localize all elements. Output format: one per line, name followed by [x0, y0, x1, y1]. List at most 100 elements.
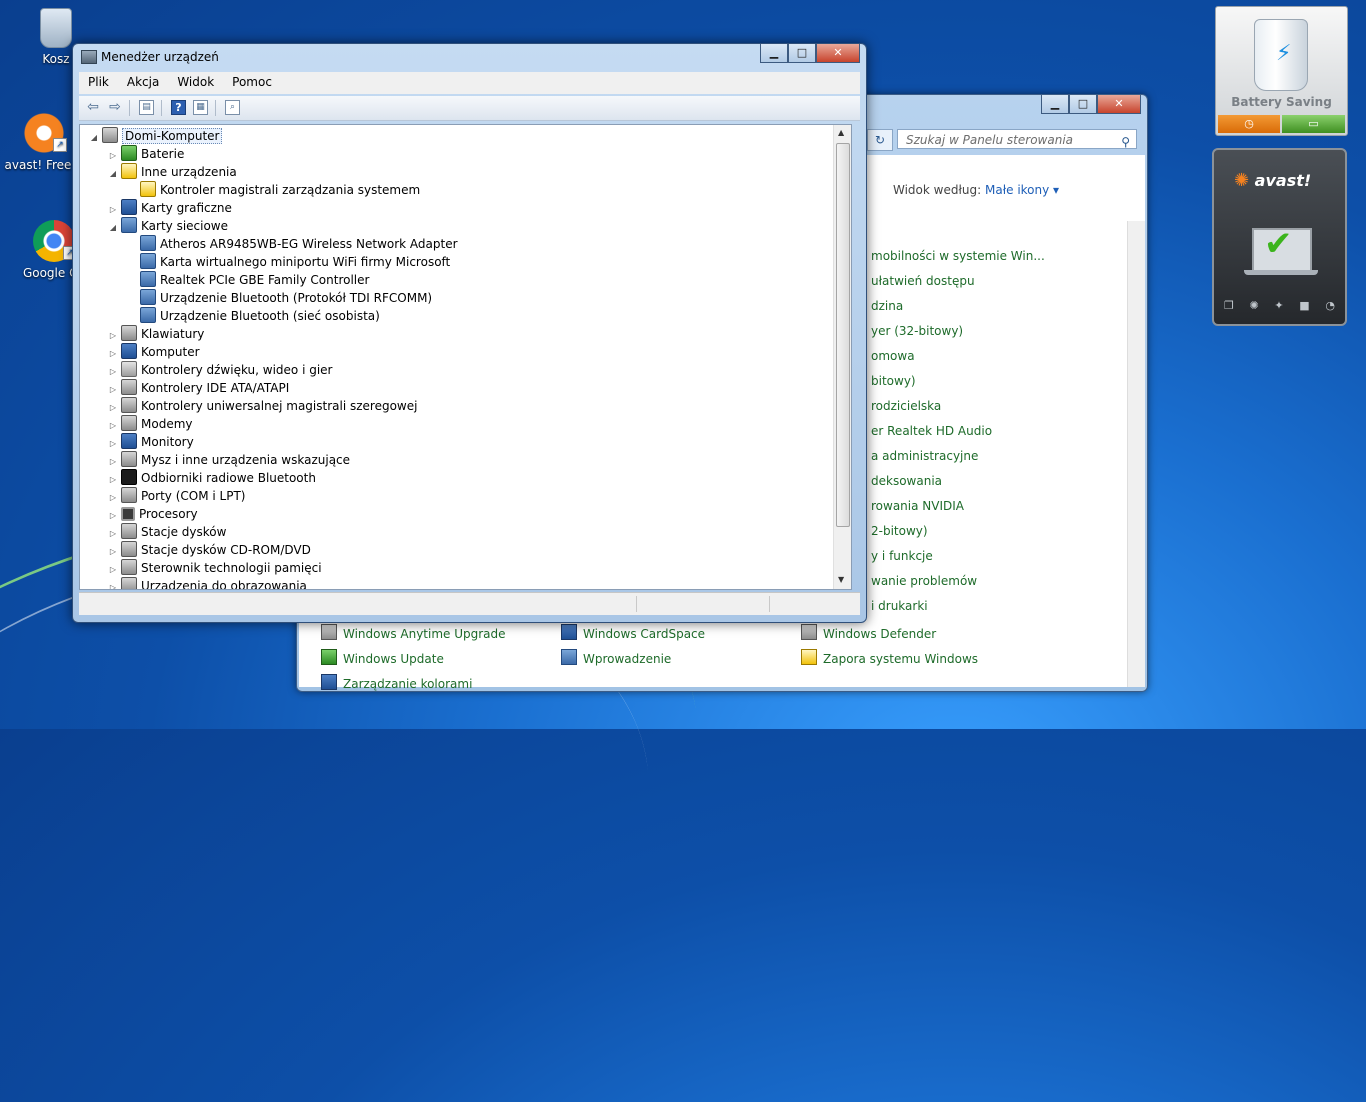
cp-item[interactable]: deksowania: [871, 474, 942, 488]
tree-leaf-bt-pan[interactable]: Urządzenie Bluetooth (sieć osobista): [138, 307, 380, 325]
tree-node-klawiatury[interactable]: ▷ Klawiatury: [107, 325, 204, 343]
tree-label: Realtek PCIe GBE Family Controller: [160, 273, 370, 287]
cp-item-color-management[interactable]: Zarządzanie kolorami: [321, 674, 472, 691]
tree-node-porty[interactable]: ▷ Porty (COM i LPT): [107, 487, 245, 505]
properties-icon[interactable]: ▦: [193, 100, 208, 115]
clock-button[interactable]: ◷: [1218, 115, 1280, 133]
tree-label: Urządzenie Bluetooth (Protokół TDI RFCOM…: [160, 291, 433, 305]
tree-node-monitory[interactable]: ▷ Monitory: [107, 433, 194, 451]
tree-leaf-wifi-miniport[interactable]: Karta wirtualnego miniportu WiFi firmy M…: [138, 253, 450, 271]
cp-item[interactable]: er Realtek HD Audio: [871, 424, 992, 438]
tree-node-usb[interactable]: ▷ Kontrolery uniwersalnej magistrali szer…: [107, 397, 417, 415]
scroll-down-arrow-icon[interactable]: ▼: [838, 575, 844, 584]
cp-item-anytime-upgrade[interactable]: Windows Anytime Upgrade: [321, 624, 506, 641]
scrollbar-thumb[interactable]: [836, 143, 850, 527]
cp-item-windows-update[interactable]: Windows Update: [321, 649, 444, 666]
avast-gadget[interactable]: ✺ avast! ✔ ❐ ✺ ✦ ■ ◔: [1212, 148, 1347, 326]
cp-item[interactable]: y i funkcje: [871, 549, 933, 563]
tree-leaf-atheros[interactable]: Atheros AR9485WB-EG Wireless Network Ada…: [138, 235, 458, 253]
show-hide-tree-icon[interactable]: ▤: [139, 100, 154, 115]
tree-node-stacje-dyskow[interactable]: ▷ Stacje dysków: [107, 523, 226, 541]
cp-item[interactable]: 2-bitowy): [871, 524, 928, 538]
tree-root[interactable]: ◢ Domi-Komputer: [88, 127, 223, 147]
collapse-arrow-icon[interactable]: ◢: [88, 129, 100, 147]
tree-label: Sterownik technologii pamięci: [141, 561, 322, 575]
battery-button[interactable]: ▭: [1282, 115, 1345, 133]
rss-icon[interactable]: ◔: [1325, 299, 1335, 312]
tree-node-dzwiek[interactable]: ▷ Kontrolery dźwięku, wideo i gier: [107, 361, 332, 379]
cp-item[interactable]: bitowy): [871, 374, 916, 388]
maximize-button[interactable]: □: [788, 44, 816, 63]
cp-item[interactable]: mobilności w systemie Win...: [871, 249, 1045, 263]
windows-logo-icon: [321, 624, 337, 640]
minimize-button[interactable]: ▁: [760, 44, 788, 63]
tree-node-obrazowanie[interactable]: ▷ Urządzenia do obrazowania: [107, 577, 307, 589]
tree-label: Modemy: [141, 417, 193, 431]
tree-leaf-realtek[interactable]: Realtek PCIe GBE Family Controller: [138, 271, 369, 289]
tree-node-karty-graficzne[interactable]: ▷ Karty graficzne: [107, 199, 232, 217]
tree-node-cdrom[interactable]: ▷ Stacje dysków CD-ROM/DVD: [107, 541, 311, 559]
battery-saving-gadget[interactable]: ⚡ Battery Saving ◷ ▭: [1215, 6, 1348, 136]
network-adapter-icon: [140, 253, 156, 269]
processor-icon: [121, 507, 135, 521]
view-by-dropdown[interactable]: Małe ikony ▾: [985, 183, 1059, 197]
menu-widok[interactable]: Widok: [168, 72, 223, 94]
facebook-icon[interactable]: ■: [1299, 299, 1309, 312]
window-icon[interactable]: ❐: [1224, 299, 1234, 312]
cp-item[interactable]: yer (32-bitowy): [871, 324, 963, 338]
maximize-button[interactable]: □: [1069, 95, 1097, 114]
tree-node-procesory[interactable]: ▷ Procesory: [107, 505, 198, 523]
usb-icon: [121, 397, 137, 413]
network-adapter-icon: [121, 217, 137, 233]
expand-arrow-icon[interactable]: ▷: [107, 579, 119, 589]
help-icon[interactable]: ?: [171, 100, 186, 115]
vertical-scrollbar[interactable]: ▲ ▼: [833, 125, 851, 589]
refresh-button[interactable]: ↻: [867, 129, 893, 151]
close-button[interactable]: ✕: [816, 44, 860, 63]
device-tree[interactable]: ◢ Domi-Komputer ▷ Baterie ◢ Inne urządzenia…: [79, 124, 852, 590]
cp-item-getting-started[interactable]: Wprowadzenie: [561, 649, 671, 666]
tree-node-karty-sieciowe[interactable]: ◢ Karty sieciowe: [107, 217, 228, 235]
tree-node-komputer[interactable]: ▷ Komputer: [107, 343, 200, 361]
cp-item[interactable]: i drukarki: [871, 599, 928, 613]
back-arrow-icon[interactable]: ⇦: [85, 99, 101, 115]
cp-item-defender[interactable]: Windows Defender: [801, 624, 936, 641]
vertical-scrollbar[interactable]: [1127, 221, 1145, 687]
cp-item-firewall[interactable]: Zapora systemu Windows: [801, 649, 978, 666]
search-placeholder: Szukaj w Panelu sterowania: [906, 133, 1074, 147]
cp-item[interactable]: dzina: [871, 299, 903, 313]
menu-plik[interactable]: Plik: [79, 72, 118, 94]
close-button[interactable]: ✕: [1097, 95, 1141, 114]
search-icon[interactable]: ⚲: [1121, 132, 1130, 152]
tree-node-ide[interactable]: ▷ Kontrolery IDE ATA/ATAPI: [107, 379, 289, 397]
search-input[interactable]: Szukaj w Panelu sterowania ⚲: [897, 129, 1137, 149]
tree-leaf-smbus[interactable]: Kontroler magistrali zarządzania systeme…: [138, 181, 420, 199]
tree-node-pamiec[interactable]: ▷ Sterownik technologii pamięci: [107, 559, 322, 577]
collapse-arrow-icon[interactable]: ◢: [107, 165, 119, 183]
cp-item[interactable]: rodzicielska: [871, 399, 941, 413]
scan-hardware-icon[interactable]: ⌕: [225, 100, 240, 115]
twitter-icon[interactable]: ✦: [1274, 299, 1283, 312]
collapse-arrow-icon[interactable]: ◢: [107, 219, 119, 237]
tree-node-bluetooth[interactable]: ▷ Odbiorniki radiowe Bluetooth: [107, 469, 316, 487]
cp-item[interactable]: omowa: [871, 349, 915, 363]
avast-small-icon[interactable]: ✺: [1250, 299, 1259, 312]
cp-item[interactable]: a administracyjne: [871, 449, 978, 463]
tree-node-inne[interactable]: ◢ Inne urządzenia: [107, 163, 237, 181]
menu-akcja[interactable]: Akcja: [118, 72, 168, 94]
tree-node-baterie[interactable]: ▷ Baterie: [107, 145, 184, 163]
tree-node-modemy[interactable]: ▷ Modemy: [107, 415, 193, 433]
tree-label: Karty sieciowe: [141, 219, 229, 233]
device-manager-window[interactable]: Menedżer urządzeń ▁ □ ✕ Plik Akcja Widok…: [72, 43, 867, 623]
minimize-button[interactable]: ▁: [1041, 95, 1069, 114]
cp-item[interactable]: ułatwień dostępu: [871, 274, 975, 288]
cp-item-cardspace[interactable]: Windows CardSpace: [561, 624, 705, 641]
toolbar-separator: [129, 100, 130, 116]
tree-leaf-bt-rfcomm[interactable]: Urządzenie Bluetooth (Protokół TDI RFCOM…: [138, 289, 432, 307]
forward-arrow-icon[interactable]: ⇨: [107, 99, 123, 115]
cp-item[interactable]: wanie problemów: [871, 574, 977, 588]
menu-pomoc[interactable]: Pomoc: [223, 72, 281, 94]
scroll-up-arrow-icon[interactable]: ▲: [838, 128, 844, 137]
tree-node-mysz[interactable]: ▷ Mysz i inne urządzenia wskazujące: [107, 451, 350, 469]
cp-item[interactable]: rowania NVIDIA: [871, 499, 964, 513]
